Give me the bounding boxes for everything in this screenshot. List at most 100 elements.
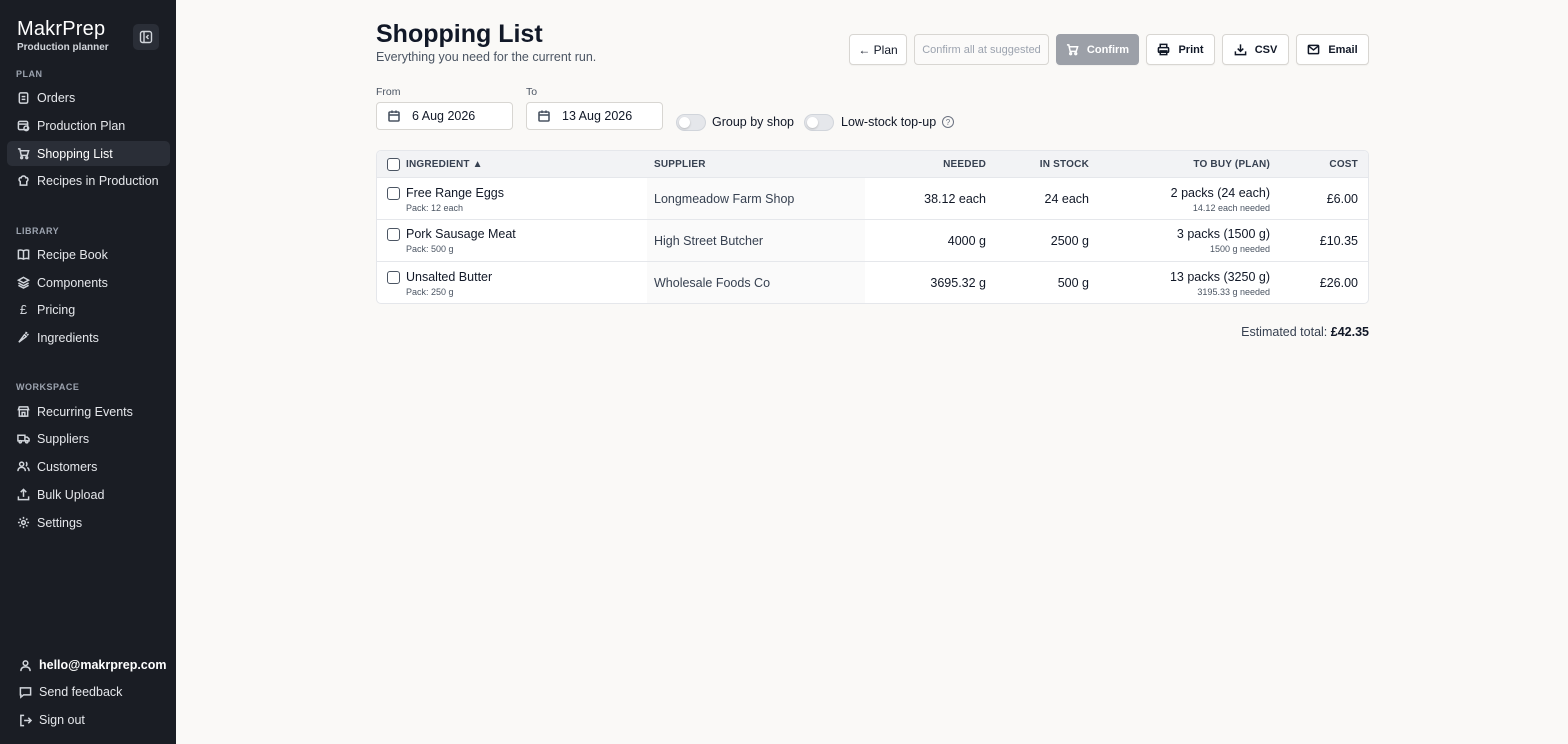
truck-icon xyxy=(17,432,30,445)
row-checkbox[interactable] xyxy=(387,187,400,200)
in-stock-value: 2500 g xyxy=(1050,234,1089,248)
to-date-value: 13 Aug 2026 xyxy=(562,109,633,123)
group-by-shop-toggle[interactable] xyxy=(676,114,706,131)
from-date-input[interactable]: 6 Aug 2026 xyxy=(376,102,513,130)
sidebar-item-orders[interactable]: Orders xyxy=(7,85,170,110)
needed-value: 3695.32 g xyxy=(930,276,986,290)
estimated-total: Estimated total: £42.35 xyxy=(1241,325,1369,339)
table-row: Free Range Eggs Pack: 12 each Longmeadow… xyxy=(377,178,1368,220)
user-icon xyxy=(19,659,32,672)
upload-icon xyxy=(17,488,30,501)
user-account[interactable]: hello@makrprep.com xyxy=(7,653,170,677)
pack-size: Pack: 500 g xyxy=(406,244,454,254)
sidebar-item-label: Recurring Events xyxy=(37,404,133,419)
sidebar-item-label: Pricing xyxy=(37,302,76,317)
brand-subtitle: Production planner xyxy=(17,42,109,53)
supplier-name: High Street Butcher xyxy=(654,234,764,248)
column-needed[interactable]: NEEDED xyxy=(943,159,986,170)
section-label-workspace: WORKSPACE xyxy=(16,382,80,392)
column-in-stock[interactable]: IN STOCK xyxy=(1040,159,1089,170)
sidebar-item-customers[interactable]: Customers xyxy=(7,454,170,479)
sidebar-item-settings[interactable]: Settings xyxy=(7,510,170,535)
calendar-icon xyxy=(538,110,550,122)
select-all-checkbox[interactable] xyxy=(387,158,400,171)
sidebar-item-label: Suppliers xyxy=(37,431,90,446)
row-checkbox[interactable] xyxy=(387,228,400,241)
sidebar-item-components[interactable]: Components xyxy=(7,270,170,295)
sidebar-item-label: Ingredients xyxy=(37,330,99,345)
brand: MakrPrep Production planner xyxy=(17,18,109,53)
sign-out-label: Sign out xyxy=(39,713,85,727)
section-label-library: LIBRARY xyxy=(16,226,60,236)
page-title: Shopping List xyxy=(376,20,543,48)
message-icon xyxy=(19,686,32,699)
in-stock-value: 500 g xyxy=(1057,276,1089,290)
pack-size: Pack: 12 each xyxy=(406,203,464,213)
supplier-name: Longmeadow Farm Shop xyxy=(654,192,795,206)
sidebar-item-bulk-upload[interactable]: Bulk Upload xyxy=(7,482,170,507)
pack-size: Pack: 250 g xyxy=(406,287,454,297)
email-label: Email xyxy=(1328,43,1358,56)
email-button[interactable]: Email xyxy=(1296,34,1369,65)
to-label: To xyxy=(526,86,538,98)
csv-label: CSV xyxy=(1254,43,1278,56)
sidebar-item-recipes-in-production[interactable]: Recipes in Production xyxy=(7,168,170,193)
shopping-table: INGREDIENT ▲ SUPPLIER NEEDED IN STOCK TO… xyxy=(376,150,1369,304)
cost-value: £10.35 xyxy=(1319,234,1358,248)
csv-button[interactable]: CSV xyxy=(1222,34,1289,65)
page-subtitle: Everything you need for the current run. xyxy=(376,50,597,64)
to-buy-note: 14.12 each needed xyxy=(1192,203,1270,213)
send-feedback-button[interactable]: Send feedback xyxy=(7,680,170,704)
print-button[interactable]: Print xyxy=(1146,34,1215,65)
to-date-input[interactable]: 13 Aug 2026 xyxy=(526,102,663,130)
cost-value: £26.00 xyxy=(1319,276,1358,290)
column-cost[interactable]: COST xyxy=(1329,159,1358,170)
confirm-all-button[interactable]: Confirm all at suggested xyxy=(914,34,1049,65)
supplier-name: Wholesale Foods Co xyxy=(654,276,771,290)
sign-out-button[interactable]: Sign out xyxy=(7,708,170,732)
help-icon[interactable]: ? xyxy=(942,116,954,128)
collapse-sidebar-button[interactable] xyxy=(133,24,159,50)
sidebar-item-label: Settings xyxy=(37,515,83,530)
book-icon xyxy=(17,248,30,261)
sidebar-item-label: Customers xyxy=(37,459,98,474)
sidebar-item-label: Recipe Book xyxy=(37,247,108,262)
ingredient-name: Pork Sausage Meat xyxy=(406,227,516,241)
send-feedback-label: Send feedback xyxy=(39,685,123,699)
ingredient-name: Free Range Eggs xyxy=(406,186,504,200)
in-stock-value: 24 each xyxy=(1044,192,1089,206)
sidebar-item-suppliers[interactable]: Suppliers xyxy=(7,426,170,451)
sidebar-item-ingredients[interactable]: Ingredients xyxy=(7,325,170,350)
sidebar-item-label: Recipes in Production xyxy=(37,173,159,188)
sidebar-item-label: Components xyxy=(37,275,108,290)
users-icon xyxy=(17,460,30,473)
to-buy-note: 1500 g needed xyxy=(1209,244,1270,254)
cart-icon xyxy=(1066,43,1079,56)
to-buy-value: 2 packs (24 each) xyxy=(1170,186,1270,200)
sidebar-item-shopping-list[interactable]: Shopping List xyxy=(7,141,170,166)
sidebar-item-label: Orders xyxy=(37,90,76,105)
sidebar-item-production-plan[interactable]: Production Plan xyxy=(7,113,170,138)
chef-hat-icon xyxy=(17,174,30,187)
sidebar-item-recurring-events[interactable]: Recurring Events xyxy=(7,399,170,424)
section-label-plan: PLAN xyxy=(16,69,43,79)
store-icon xyxy=(17,405,30,418)
cost-value: £6.00 xyxy=(1326,192,1358,206)
column-supplier[interactable]: SUPPLIER xyxy=(654,159,706,170)
sidebar-item-pricing[interactable]: £ Pricing xyxy=(7,297,170,322)
estimated-total-label: Estimated total: xyxy=(1241,325,1328,339)
back-to-plan-button[interactable]: ← Plan xyxy=(849,34,907,65)
sidebar-item-recipe-book[interactable]: Recipe Book xyxy=(7,242,170,267)
table-header: INGREDIENT ▲ SUPPLIER NEEDED IN STOCK TO… xyxy=(377,151,1368,178)
column-ingredient[interactable]: INGREDIENT ▲ xyxy=(406,159,483,170)
sidebar-item-label: Production Plan xyxy=(37,118,126,133)
confirm-button[interactable]: Confirm xyxy=(1056,34,1139,65)
row-checkbox[interactable] xyxy=(387,271,400,284)
needed-value: 4000 g xyxy=(947,234,986,248)
gear-icon xyxy=(17,516,30,529)
print-label: Print xyxy=(1178,43,1204,56)
to-buy-value: 13 packs (3250 g) xyxy=(1169,270,1270,284)
column-to-buy[interactable]: TO BUY (PLAN) xyxy=(1193,159,1270,170)
to-buy-note: 3195.33 g needed xyxy=(1197,287,1270,297)
low-stock-toggle[interactable] xyxy=(804,114,834,131)
